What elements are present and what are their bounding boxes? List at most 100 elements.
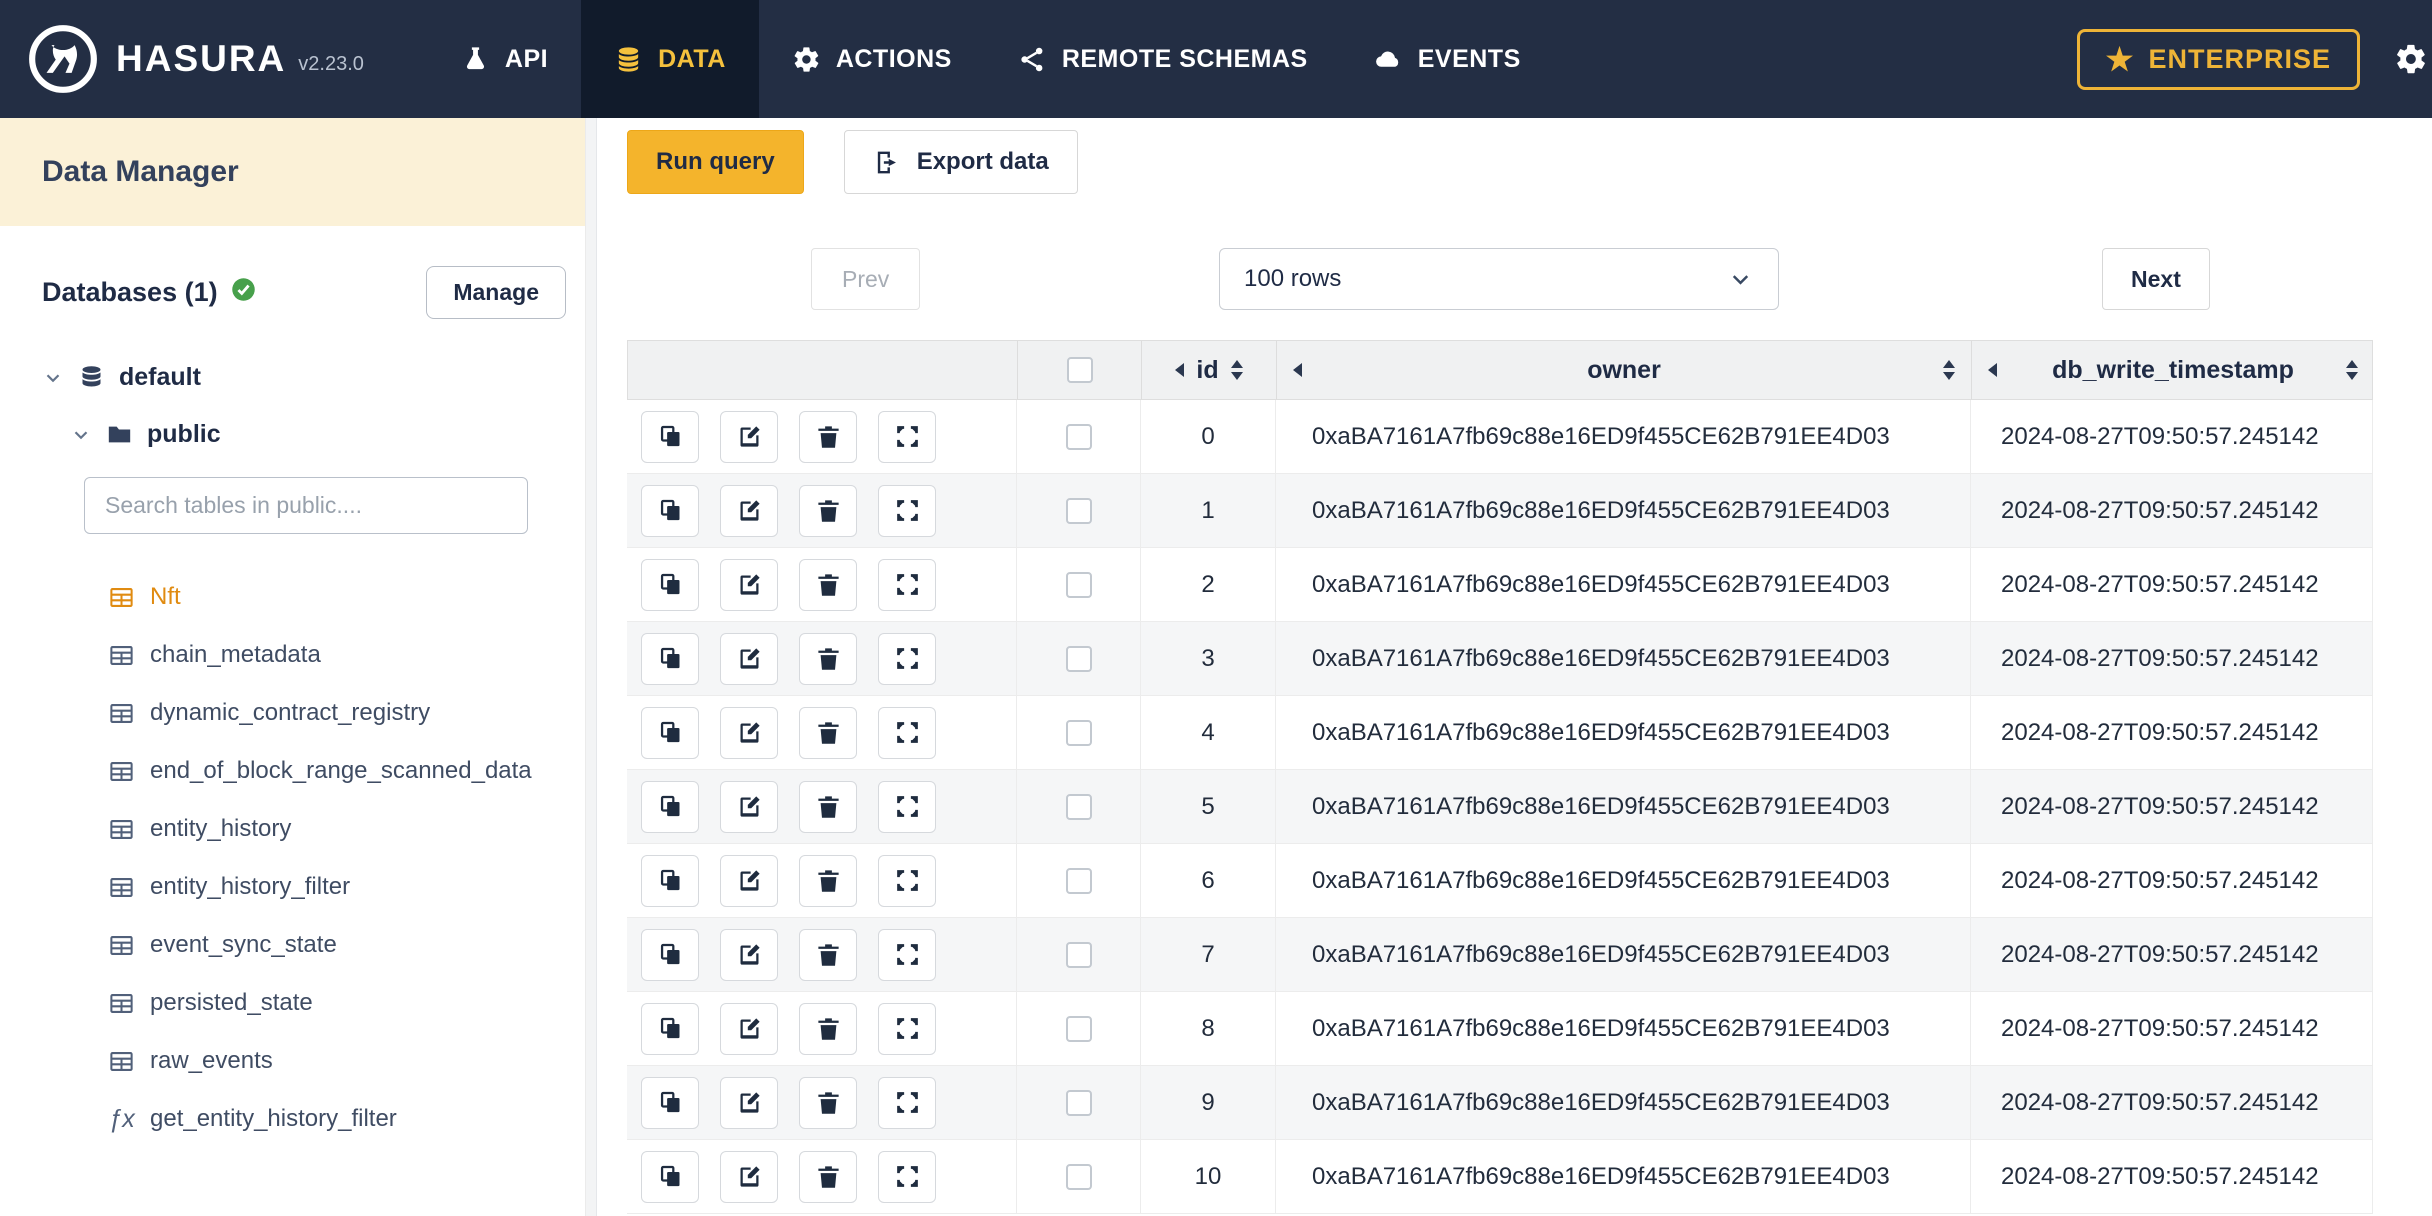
tree-item-default[interactable]: default	[42, 363, 566, 392]
expand-row-button[interactable]	[878, 484, 936, 537]
expand-row-button[interactable]	[878, 780, 936, 833]
table-list-item[interactable]: ƒx raw_events	[108, 1032, 566, 1090]
edit-row-button[interactable]	[720, 484, 778, 537]
expand-row-button[interactable]	[878, 1150, 936, 1203]
table-list-item[interactable]: ƒx dynamic_contract_registry	[108, 684, 566, 742]
collapse-column-icon[interactable]	[1175, 363, 1185, 377]
expand-row-button[interactable]	[878, 706, 936, 759]
edit-icon	[740, 1018, 760, 1039]
clone-row-button[interactable]	[641, 632, 699, 685]
sort-icon[interactable]	[1230, 360, 1243, 380]
collapse-column-icon[interactable]	[1293, 363, 1302, 377]
table-list-item[interactable]: ƒx end_of_block_range_scanned_data	[108, 742, 566, 800]
row-checkbox[interactable]	[1065, 645, 1092, 672]
clone-row-button[interactable]	[641, 1076, 699, 1129]
table-name: get_entity_history_filter	[150, 1105, 397, 1132]
next-page-button[interactable]: Next	[2102, 248, 2210, 310]
clone-row-button[interactable]	[641, 558, 699, 611]
edit-row-button[interactable]	[720, 854, 778, 907]
edit-row-button[interactable]	[720, 706, 778, 759]
export-icon	[877, 151, 896, 173]
copy-icon	[660, 1091, 679, 1113]
rows-per-page-select[interactable]: 100 rows	[1219, 248, 1779, 310]
row-checkbox[interactable]	[1065, 793, 1092, 820]
expand-row-button[interactable]	[878, 632, 936, 685]
hasura-logo-icon[interactable]	[26, 22, 100, 96]
table-list-item[interactable]: ƒx chain_metadata	[108, 626, 566, 684]
sort-icon[interactable]	[2346, 360, 2358, 380]
row-checkbox[interactable]	[1065, 719, 1092, 746]
run-query-button[interactable]: Run query	[627, 130, 804, 194]
delete-row-button[interactable]	[799, 410, 857, 463]
sidebar-scrollbar[interactable]	[585, 118, 596, 1216]
collapse-column-icon[interactable]	[1988, 363, 1997, 377]
clone-row-button[interactable]	[641, 928, 699, 981]
table-list-item[interactable]: ƒx event_sync_state	[108, 916, 566, 974]
delete-row-button[interactable]	[799, 558, 857, 611]
row-checkbox[interactable]	[1065, 571, 1092, 598]
delete-row-button[interactable]	[799, 1150, 857, 1203]
edit-row-button[interactable]	[720, 1002, 778, 1055]
enterprise-button[interactable]: ★ ENTERPRISE	[2076, 28, 2360, 90]
edit-row-button[interactable]	[720, 928, 778, 981]
delete-row-button[interactable]	[799, 928, 857, 981]
table-list-item[interactable]: ƒx entity_history	[108, 800, 566, 858]
row-checkbox[interactable]	[1065, 1163, 1092, 1190]
edit-row-button[interactable]	[720, 632, 778, 685]
delete-row-button[interactable]	[799, 1002, 857, 1055]
delete-row-button[interactable]	[799, 854, 857, 907]
expand-row-button[interactable]	[878, 410, 936, 463]
select-all-checkbox[interactable]	[1066, 357, 1093, 383]
delete-row-button[interactable]	[799, 484, 857, 537]
expand-icon	[896, 1092, 918, 1113]
delete-row-button[interactable]	[799, 632, 857, 685]
export-data-button[interactable]: Export data	[843, 130, 1078, 194]
clone-row-button[interactable]	[641, 1150, 699, 1203]
edit-row-button[interactable]	[720, 1150, 778, 1203]
row-checkbox[interactable]	[1065, 941, 1092, 968]
row-checkbox[interactable]	[1065, 1089, 1092, 1116]
databases-label: Databases (1)	[42, 277, 218, 307]
nav-item-remote-schemas[interactable]: REMOTE SCHEMAS	[985, 0, 1341, 118]
clone-row-button[interactable]	[641, 706, 699, 759]
delete-row-button[interactable]	[799, 780, 857, 833]
clone-row-button[interactable]	[641, 410, 699, 463]
top-navbar: HASURA v2.23.0 API DATA ACTIONS REMOTE S…	[0, 0, 2432, 118]
nav-item-api[interactable]: API	[428, 0, 581, 118]
edit-row-button[interactable]	[720, 1076, 778, 1129]
row-checkbox[interactable]	[1065, 867, 1092, 894]
expand-row-button[interactable]	[878, 928, 936, 981]
tree-item-public[interactable]: public	[42, 420, 566, 449]
delete-row-button[interactable]	[799, 1076, 857, 1129]
clone-row-button[interactable]	[641, 780, 699, 833]
table-list-item[interactable]: ƒx Nft	[108, 568, 566, 626]
prev-page-button[interactable]: Prev	[811, 248, 921, 310]
table-list-item[interactable]: ƒx entity_history_filter	[108, 858, 566, 916]
clone-row-button[interactable]	[641, 1002, 699, 1055]
nav-item-actions[interactable]: ACTIONS	[759, 0, 985, 118]
nav-item-data[interactable]: DATA	[581, 0, 759, 118]
edit-row-button[interactable]	[720, 780, 778, 833]
nav-item-events[interactable]: EVENTS	[1341, 0, 1554, 118]
table-list-item[interactable]: ƒx persisted_state	[108, 974, 566, 1032]
expand-row-button[interactable]	[878, 1002, 936, 1055]
clone-row-button[interactable]	[641, 854, 699, 907]
edit-row-button[interactable]	[720, 410, 778, 463]
cell-owner: 0xaBA7161A7fb69c88e16ED9f455CE62B791EE4D…	[1275, 992, 1970, 1065]
manage-button[interactable]: Manage	[426, 266, 566, 319]
expand-row-button[interactable]	[878, 1076, 936, 1129]
row-checkbox[interactable]	[1065, 497, 1092, 524]
table-list-item[interactable]: ƒx get_entity_history_filter	[108, 1090, 566, 1148]
delete-row-button[interactable]	[799, 706, 857, 759]
search-tables-input[interactable]	[84, 477, 528, 534]
expand-row-button[interactable]	[878, 854, 936, 907]
row-checkbox[interactable]	[1065, 1015, 1092, 1042]
edit-row-button[interactable]	[720, 558, 778, 611]
expand-row-button[interactable]	[878, 558, 936, 611]
clone-row-button[interactable]	[641, 484, 699, 537]
settings-gear-icon[interactable]	[2394, 42, 2428, 76]
brand-name: HASURA	[116, 38, 287, 79]
trash-icon	[817, 722, 839, 744]
row-checkbox[interactable]	[1065, 423, 1092, 450]
sort-icon[interactable]	[1943, 360, 1955, 380]
